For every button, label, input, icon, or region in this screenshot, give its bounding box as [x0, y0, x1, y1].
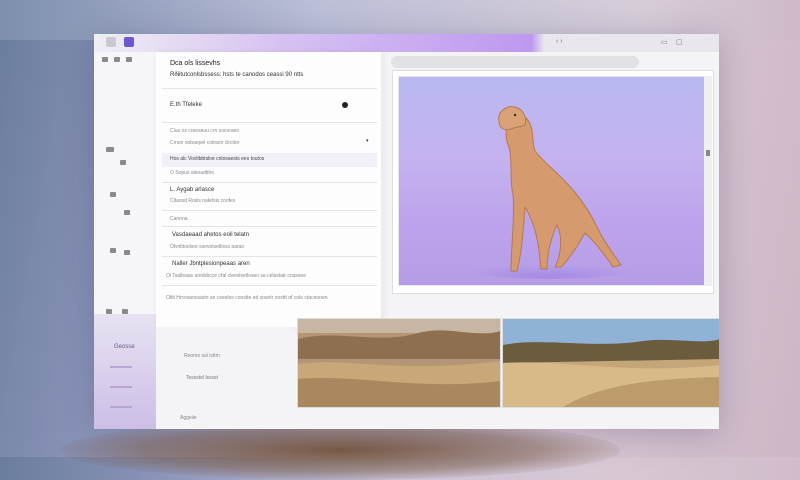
details-panel: Dca ols lissevhs Rðiitutconlsbssess: hst…: [156, 52, 381, 327]
dog-figure: [459, 106, 639, 279]
section2-sub: Cltaosd Rosls naletsis coofes: [170, 198, 236, 204]
landscape-image: [503, 319, 719, 407]
thumbnail-2[interactable]: [502, 318, 719, 408]
strip-text: Hos alc Vovlibbtsloe cnlosaests ees tout…: [170, 156, 265, 162]
item1-sub: Cluu os creeseuu crn cocoraeo: [170, 128, 240, 134]
divider: [162, 122, 377, 123]
section3-title[interactable]: Vasdaeaad ahetos eoil telatn: [172, 232, 249, 238]
lower-list: Reomo sal isttm Tessstel lsssst Aggeiie: [156, 327, 291, 429]
sidebar-lower: Geosse: [94, 314, 156, 429]
tab-icon[interactable]: [124, 37, 134, 47]
address-bar[interactable]: [391, 56, 639, 68]
image-preview[interactable]: [398, 76, 705, 286]
gear-icon[interactable]: [126, 57, 132, 62]
sidebar-item-4[interactable]: [110, 406, 132, 408]
back-icon[interactable]: ‹ ›: [556, 38, 563, 45]
section4-sub: Oi Taslleaas anolsbcce cfal cleeslsetlos…: [166, 273, 306, 279]
minimize-icon[interactable]: ▭: [661, 38, 668, 46]
item1-sub2: Cmon oobaepel cotraoir clrcitor: [170, 140, 240, 146]
background-blur: [60, 420, 620, 480]
home-icon[interactable]: [102, 57, 108, 62]
divider: [162, 182, 377, 183]
sidebar-item-geosse[interactable]: Geosse: [114, 344, 135, 350]
section2-title[interactable]: L. Aygab arlasce: [170, 187, 214, 193]
section2-sub2: Canona: [170, 216, 188, 222]
item2-sub: O Sopus aleoadtitrs: [170, 170, 214, 176]
lower-item-2[interactable]: Tessstel lsssst: [186, 375, 218, 381]
filter-icon[interactable]: [120, 160, 126, 165]
item1-title[interactable]: E.th Tfeleke: [170, 102, 202, 108]
tag-icon[interactable]: [110, 192, 116, 197]
item1-toggle-icon[interactable]: [342, 102, 348, 108]
footer-text: Oltit Hrcoasrsoasto an cseelos coostte e…: [166, 295, 328, 301]
divider: [162, 88, 377, 89]
landscape-image: [298, 319, 500, 407]
scroll-thumb[interactable]: [706, 150, 710, 156]
scrollbar[interactable]: [704, 76, 712, 286]
divider: [162, 256, 377, 257]
lower-item-3[interactable]: Aggeiie: [180, 415, 197, 421]
restore-icon[interactable]: ▢: [676, 38, 683, 46]
panel-subheading: Rðiitutconlsbssess: hsts te canodos ceas…: [170, 72, 304, 78]
tool-icon[interactable]: [124, 250, 130, 255]
chevron-down-icon[interactable]: ▾: [366, 138, 369, 144]
divider: [162, 210, 377, 211]
divider: [162, 226, 377, 227]
sidebar-item-2[interactable]: [110, 366, 132, 368]
list-icon[interactable]: [110, 248, 116, 253]
thumbnail-1[interactable]: [297, 318, 501, 408]
section3-sub: Olvnlttoelsre ssovotsetlisss aarao: [170, 244, 245, 250]
panel-heading: Dca ols lissevhs: [170, 60, 221, 67]
lower-item-1[interactable]: Reomo sal isttm: [184, 353, 220, 359]
app-window: ‹ › ▭ ▢ Geosse Dca ols lissevhs Rðiitutc…: [94, 34, 719, 429]
sidebar-item-3[interactable]: [110, 386, 132, 388]
app-icon: [106, 37, 116, 47]
grid-icon[interactable]: [124, 210, 130, 215]
lock-icon[interactable]: [114, 57, 120, 62]
section4-title[interactable]: Naller Jbntplesionpeaas aren: [172, 261, 250, 267]
title-bar: ‹ › ▭ ▢: [94, 34, 719, 52]
divider: [162, 285, 377, 286]
animal-icon[interactable]: [106, 147, 114, 152]
